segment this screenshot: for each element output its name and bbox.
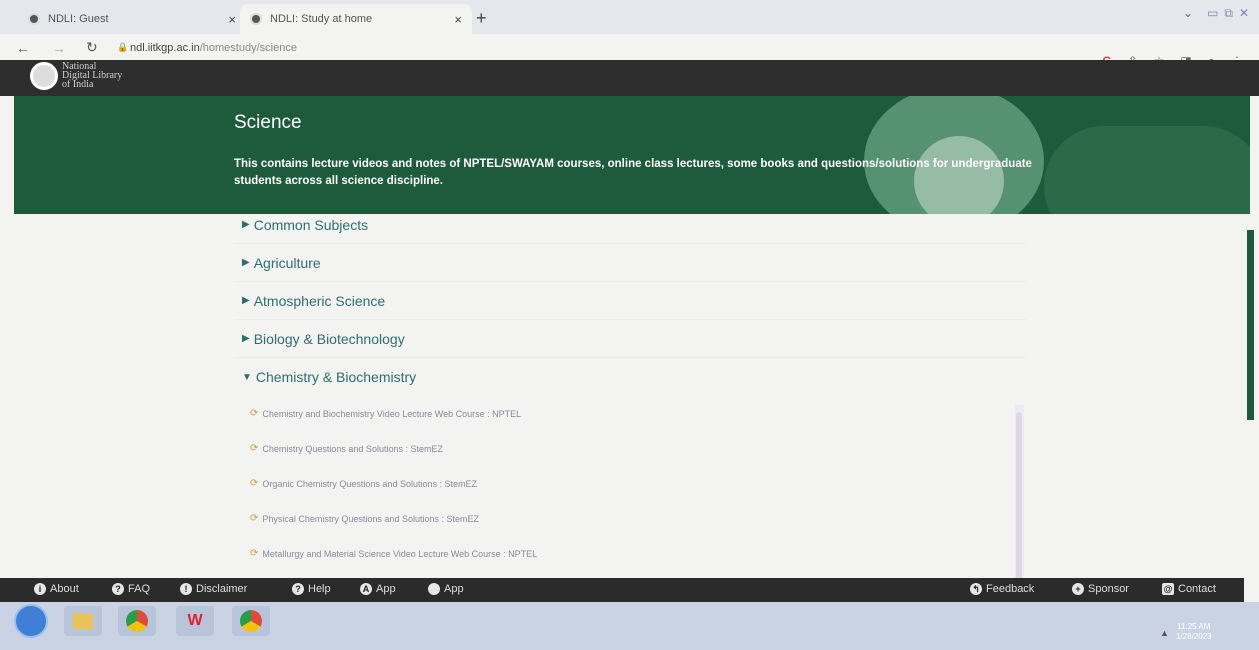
forward-arrow-icon[interactable]: →: [52, 40, 66, 56]
chrome-icon[interactable]: [118, 606, 156, 636]
faq-icon: ?: [112, 583, 124, 595]
course-label: Physical Chemistry Questions and Solutio…: [262, 513, 479, 524]
tab-search-icon[interactable]: ⌄: [1183, 6, 1193, 21]
subject-label: Atmospheric Science: [253, 292, 386, 309]
close-tab-icon[interactable]: ×: [454, 12, 462, 27]
footer-faq-link[interactable]: ? FAQ: [112, 583, 150, 595]
footer-help-link[interactable]: ? Help: [292, 583, 331, 595]
page-scrollbar-thumb[interactable]: [1247, 230, 1254, 420]
window-controls: ⌄ ▭ ⧉ ✕: [1183, 6, 1249, 21]
ndli-logo-icon[interactable]: [30, 62, 58, 90]
browser-tab-study-at-home[interactable]: NDLI: Study at home ×: [240, 4, 472, 34]
taskbar-clock[interactable]: 11:25 AM 1/28/2023: [1176, 622, 1212, 642]
subject-atmospheric-science[interactable]: ▶ Atmospheric Science: [234, 282, 1026, 320]
footer-disclaimer-link[interactable]: ! Disclaimer: [180, 583, 247, 595]
subject-accordion: ▶ Common Subjects ▶ Agriculture ▶ Atmosp…: [234, 206, 1026, 586]
caret-right-icon: ▶: [242, 295, 250, 306]
subject-chemistry-biochemistry[interactable]: ▼ Chemistry & Biochemistry: [234, 358, 1026, 396]
page-title: Science: [234, 112, 302, 133]
minimize-button[interactable]: ▭: [1207, 6, 1218, 21]
chemistry-course-list: ⟳ Chemistry and Biochemistry Video Lectu…: [234, 396, 1026, 571]
course-link[interactable]: ⟳ Chemistry Questions and Solutions : St…: [250, 431, 1026, 466]
android-icon: A: [360, 583, 372, 595]
footer-contact-link[interactable]: @ Contact: [1162, 583, 1216, 595]
restore-button[interactable]: ⧉: [1224, 6, 1233, 21]
subject-agriculture[interactable]: ▶ Agriculture: [234, 244, 1026, 282]
globe-icon: [250, 13, 262, 25]
url-path: /homestudy/science: [199, 42, 297, 54]
subject-label: Chemistry & Biochemistry: [255, 369, 417, 385]
caret-right-icon: ▶: [242, 257, 250, 268]
caret-right-icon: ▶: [242, 219, 250, 230]
tray-expand-icon[interactable]: ▲: [1160, 628, 1169, 638]
footer-android-app-link[interactable]: A App: [360, 583, 396, 595]
url-host: ndl.iitkgp.ac.in: [130, 42, 200, 54]
course-link-icon: ⟳: [250, 408, 259, 419]
file-explorer-icon[interactable]: [64, 606, 102, 636]
course-label: Chemistry Questions and Solutions : Stem…: [262, 443, 443, 454]
site-header: [0, 60, 1259, 96]
course-link-icon: ⟳: [250, 513, 259, 524]
footer-about-link[interactable]: i About: [34, 583, 79, 595]
back-arrow-icon[interactable]: ←: [16, 40, 30, 56]
info-icon: i: [34, 583, 46, 595]
ndli-logo-text[interactable]: National Digital Library of India: [62, 62, 122, 90]
course-list-scroll-thumb[interactable]: [1016, 412, 1022, 584]
subject-biology-biotechnology[interactable]: ▶ Biology & Biotechnology: [234, 320, 1026, 358]
course-link[interactable]: ⟳ Metallurgy and Material Science Video …: [250, 536, 1026, 571]
chrome-window-icon[interactable]: [232, 606, 270, 636]
page-description: This contains lecture videos and notes o…: [234, 158, 1032, 187]
apple-icon: [428, 583, 440, 595]
footer-label: FAQ: [128, 583, 151, 595]
course-link[interactable]: ⟳ Organic Chemistry Questions and Soluti…: [250, 466, 1026, 501]
course-link-icon: ⟳: [250, 478, 259, 489]
subject-common-subjects[interactable]: ▶ Common Subjects: [234, 206, 1026, 244]
help-icon: ?: [292, 583, 304, 595]
footer-label: App: [376, 583, 396, 595]
reload-icon[interactable]: ↻: [86, 39, 98, 56]
disclaimer-icon: !: [180, 583, 192, 595]
footer-sponsor-link[interactable]: + Sponsor: [1072, 583, 1129, 595]
lock-icon[interactable]: 🔒: [117, 42, 128, 53]
decorative-leaf-shape: [1044, 126, 1250, 214]
windows-start-icon[interactable]: [14, 604, 48, 638]
clock-time: 11:25 AM: [1177, 622, 1211, 631]
footer-label: Disclaimer: [196, 583, 248, 595]
course-link-icon: ⟳: [250, 548, 259, 559]
close-tab-icon[interactable]: ×: [228, 12, 236, 27]
footer-feedback-link[interactable]: ↰ Feedback: [970, 583, 1034, 595]
contact-icon: @: [1162, 583, 1174, 595]
course-link[interactable]: ⟳ Chemistry and Biochemistry Video Lectu…: [250, 396, 1026, 431]
subject-label: Biology & Biotechnology: [253, 330, 405, 347]
course-label: Chemistry and Biochemistry Video Lecture…: [262, 408, 522, 419]
course-label: Organic Chemistry Questions and Solution…: [262, 478, 477, 489]
new-tab-button[interactable]: +: [476, 8, 487, 29]
course-label: Metallurgy and Material Science Video Le…: [262, 548, 538, 559]
url-field[interactable]: ndl.iitkgp.ac.in/homestudy/science: [130, 42, 297, 54]
feedback-icon: ↰: [970, 583, 982, 595]
course-link[interactable]: ⟳ Physical Chemistry Questions and Solut…: [250, 501, 1026, 536]
footer-label: Sponsor: [1088, 583, 1129, 595]
footer-label: Feedback: [986, 583, 1035, 595]
sponsor-icon: +: [1072, 583, 1084, 595]
globe-icon: [28, 13, 40, 25]
close-window-button[interactable]: ✕: [1239, 6, 1249, 21]
footer-label: App: [444, 583, 464, 595]
wps-office-icon[interactable]: W: [176, 606, 214, 636]
footer-label: Contact: [1178, 583, 1216, 595]
footer-ios-app-link[interactable]: App: [428, 583, 464, 595]
tab-label: NDLI: Study at home: [270, 13, 373, 25]
footer-label: Help: [308, 583, 331, 595]
subject-label: Common Subjects: [253, 216, 369, 233]
clock-date: 1/28/2023: [1176, 632, 1212, 641]
tab-label: NDLI: Guest: [48, 13, 109, 25]
footer-label: About: [50, 583, 79, 595]
logo-line: of India: [62, 79, 94, 90]
caret-right-icon: ▶: [242, 333, 250, 344]
hero-banner: [14, 96, 1250, 214]
browser-tab-ndli-guest[interactable]: NDLI: Guest ×: [18, 4, 246, 34]
caret-down-icon: ▼: [242, 371, 252, 383]
course-link-icon: ⟳: [250, 443, 259, 454]
subject-label: Agriculture: [253, 254, 321, 271]
